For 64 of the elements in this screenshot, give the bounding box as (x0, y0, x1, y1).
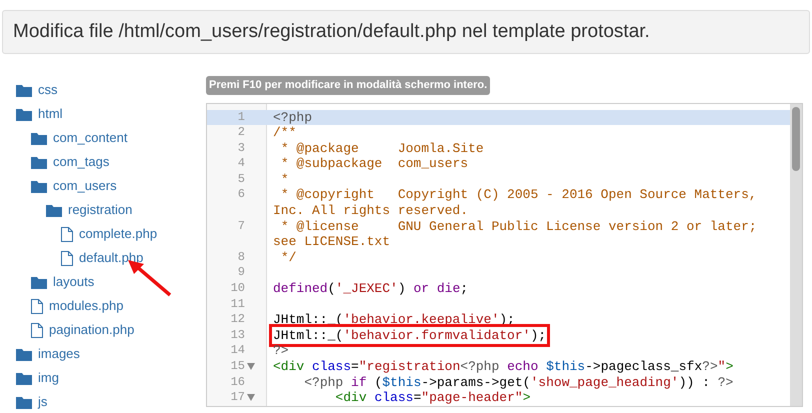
folder-link[interactable]: img (38, 368, 59, 388)
file-link[interactable]: modules.php (49, 296, 124, 316)
folder-icon (16, 348, 32, 360)
folder-icon (16, 372, 32, 384)
line-number: 4 (238, 156, 245, 172)
file-link[interactable]: complete.php (79, 224, 158, 244)
folder-icon (31, 180, 47, 192)
folder-link[interactable]: js (38, 392, 48, 412)
line-number: 8 (238, 250, 245, 266)
code-line: ?> (273, 343, 289, 358)
line-number: 3 (238, 140, 245, 156)
code-line: * @license GNU General Public License version 2 or later; see LICENSE.txt (273, 218, 758, 250)
file-icon (31, 298, 43, 314)
fold-icon[interactable] (247, 394, 255, 402)
code-line: <div class="page-header"> (334, 390, 530, 406)
file-icon (31, 322, 43, 338)
code-line: defined('_JEXEC') or die; (273, 281, 468, 296)
code-line: <?php if ($this->params->get('show_page_heading')) : ?> (303, 374, 734, 390)
line-number: 17 (230, 390, 245, 406)
folder-icon (16, 108, 32, 120)
code-line: <?php (273, 110, 312, 124)
code-line: * @package Joomla.Site (280, 140, 484, 156)
folder-icon (46, 204, 62, 216)
line-number: 9 (238, 265, 245, 282)
code-line: * (280, 172, 289, 187)
scrollbar[interactable] (790, 104, 802, 406)
scrollbar-thumb[interactable] (792, 106, 800, 170)
file-link[interactable]: pagination.php (49, 320, 134, 340)
folder-link[interactable]: layouts (53, 272, 94, 292)
line-number: 11 (230, 296, 245, 312)
folder-link[interactable]: css (38, 80, 58, 100)
line-number: 5 (238, 172, 245, 188)
code-line: <div class="registration<?php echo $this->pageclass_sfx?>"> (273, 359, 734, 374)
folder-link[interactable]: com_content (53, 128, 128, 148)
folder-icon (16, 396, 32, 408)
line-number: 14 (230, 343, 245, 359)
folder-link[interactable]: com_tags (53, 152, 110, 172)
line-number: 7 (238, 218, 245, 235)
folder-icon (31, 276, 47, 288)
line-number: 2 (238, 125, 245, 141)
folder-link[interactable]: registration (68, 200, 132, 220)
file-link[interactable]: default.php (79, 248, 144, 268)
line-number: 12 (230, 312, 245, 328)
code-line: * @copyright Copyright (C) 2005 - 2016 Open Source Matters, Inc. All rights reserved. (273, 187, 758, 218)
line-number: 15 (230, 359, 245, 375)
line-number: 1 (238, 110, 245, 126)
code-line: /** (273, 125, 296, 140)
folder-link[interactable]: html (38, 104, 63, 124)
folder-icon (31, 132, 47, 144)
line-number: 13 (230, 328, 245, 344)
folder-link[interactable]: images (38, 344, 80, 364)
line-number: 16 (230, 374, 245, 390)
folder-icon (16, 84, 32, 96)
line-number: 6 (238, 187, 245, 204)
code-line: */ (280, 250, 296, 265)
file-icon (61, 250, 73, 266)
file-icon (61, 226, 73, 242)
folder-icon (31, 156, 47, 168)
code-line: * @subpackage com_users (280, 156, 468, 172)
folder-link[interactable]: com_users (53, 176, 117, 196)
fullscreen-hint: Premi F10 per modificare in modalità schermo intero. (206, 76, 490, 94)
page-title: Modifica file /html/com_users/registration/default.php nel template protostar. (13, 20, 650, 44)
fold-icon[interactable] (247, 363, 255, 370)
line-number: 10 (230, 281, 245, 297)
